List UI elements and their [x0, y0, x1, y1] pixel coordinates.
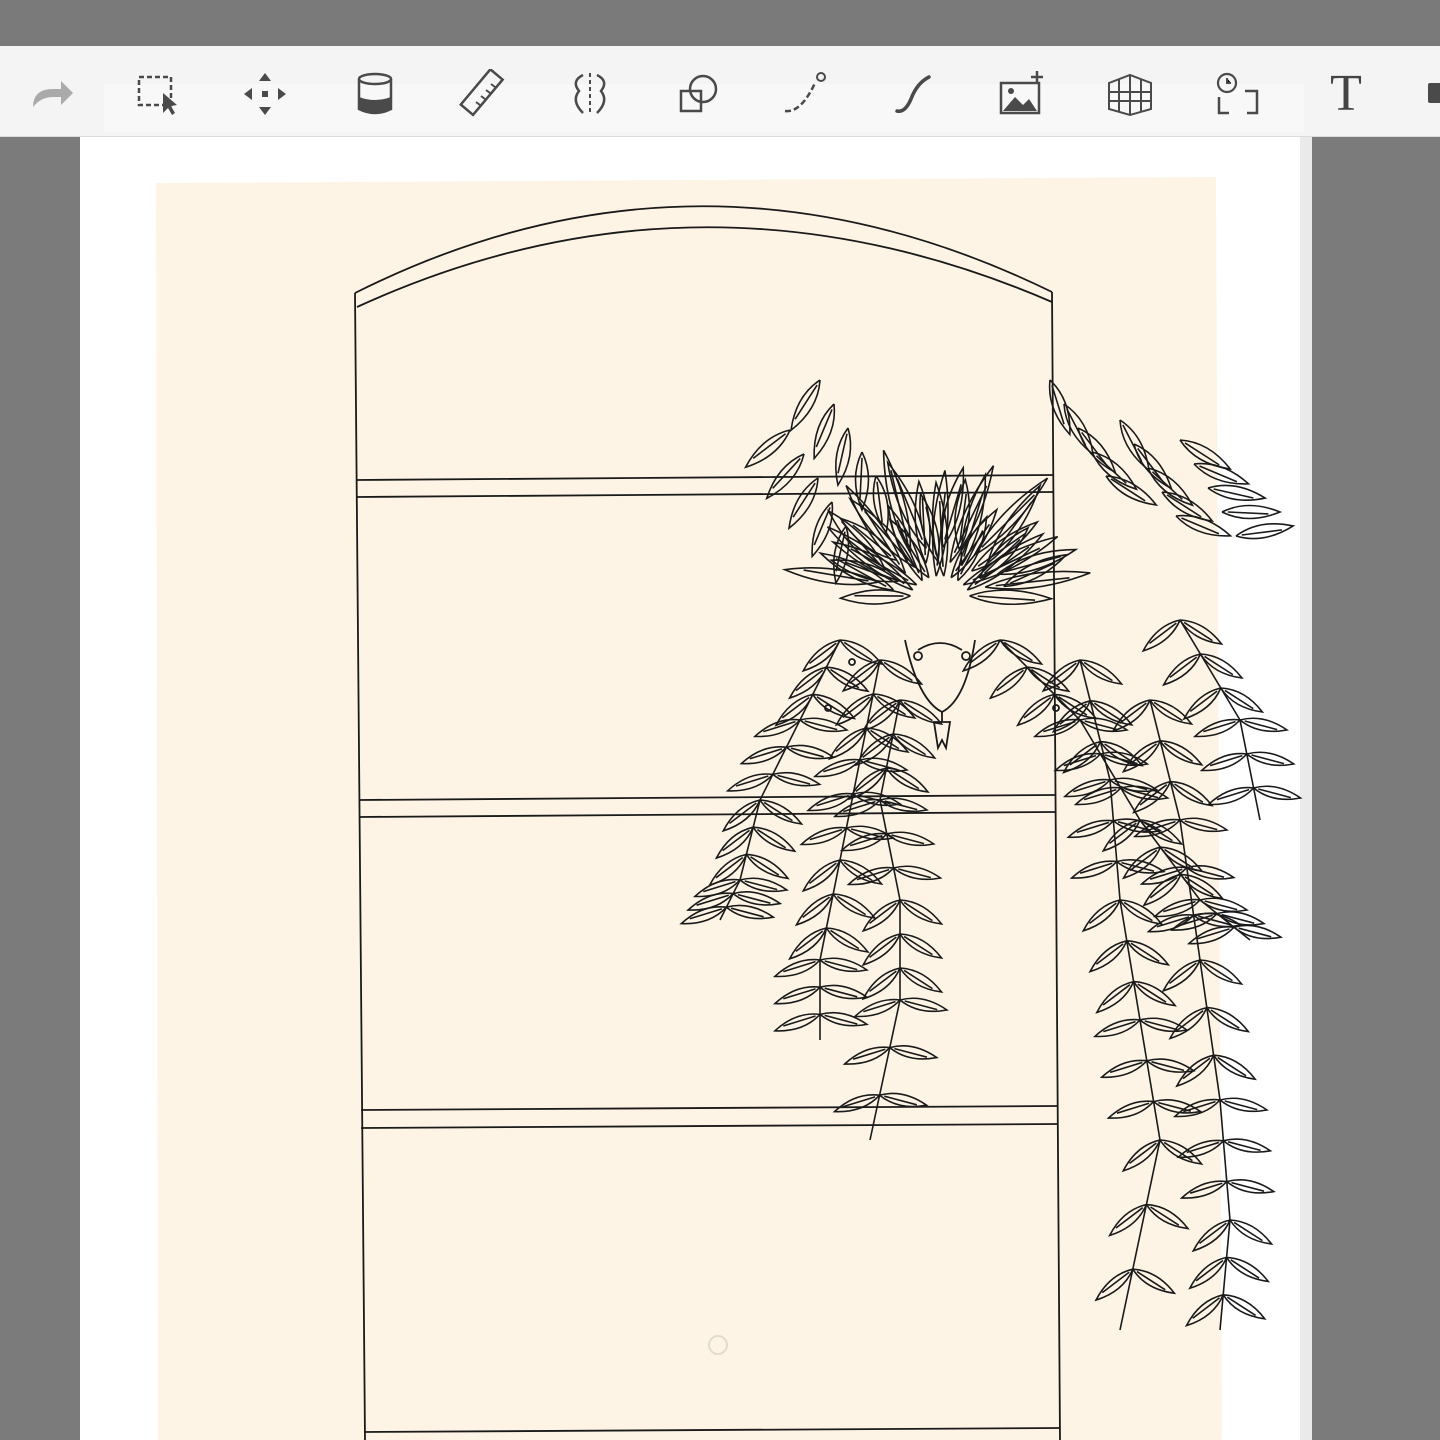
fill-icon [357, 72, 393, 115]
select-icon [137, 75, 177, 115]
leaf [1221, 504, 1283, 520]
ruler-icon [459, 69, 505, 117]
overflow-tool-icon [1428, 83, 1440, 103]
leaf [1225, 1256, 1270, 1283]
toolbar: T [0, 46, 1440, 137]
canvas-background-fill [156, 177, 1222, 1440]
leaf [1239, 717, 1289, 733]
symmetry-icon [574, 73, 606, 115]
time-lapse-icon [1216, 72, 1259, 115]
leaf [1222, 1138, 1273, 1153]
curve-tool-button[interactable] [778, 66, 834, 122]
text-tool-button[interactable]: T [1318, 66, 1374, 122]
leaf [1222, 1294, 1267, 1320]
selection-tool-button[interactable] [130, 66, 186, 122]
time-lapse-button[interactable] [1210, 66, 1266, 122]
redo-button[interactable] [24, 66, 80, 122]
stroke-tool-button[interactable] [886, 66, 942, 122]
leaf [1219, 1097, 1269, 1113]
leaf [1226, 1179, 1276, 1194]
move-icon [244, 73, 286, 115]
shapes-icon [679, 74, 718, 113]
more-tools-button[interactable] [1418, 66, 1440, 122]
symmetry-tool-button[interactable] [562, 66, 618, 122]
fill-tool-button[interactable] [347, 66, 403, 122]
curve-icon [784, 72, 826, 113]
leaf [1229, 1219, 1274, 1246]
text-icon: T [1330, 65, 1362, 122]
redo-icon [33, 81, 73, 107]
leaf [1220, 687, 1265, 714]
perspective-tool-button[interactable] [1102, 66, 1158, 122]
loading-indicator [708, 1335, 728, 1355]
stroke-icon [895, 75, 931, 113]
ruler-tool-button[interactable] [456, 66, 512, 122]
leaf [1246, 751, 1296, 767]
drawing-canvas[interactable] [0, 0, 1440, 1440]
shapes-tool-button[interactable] [670, 66, 726, 122]
leaf [1253, 785, 1303, 801]
add-image-button[interactable] [994, 66, 1050, 122]
add-image-icon [999, 71, 1043, 115]
perspective-icon [1108, 73, 1152, 117]
leaf [1235, 523, 1296, 540]
move-tool-button[interactable] [237, 66, 293, 122]
